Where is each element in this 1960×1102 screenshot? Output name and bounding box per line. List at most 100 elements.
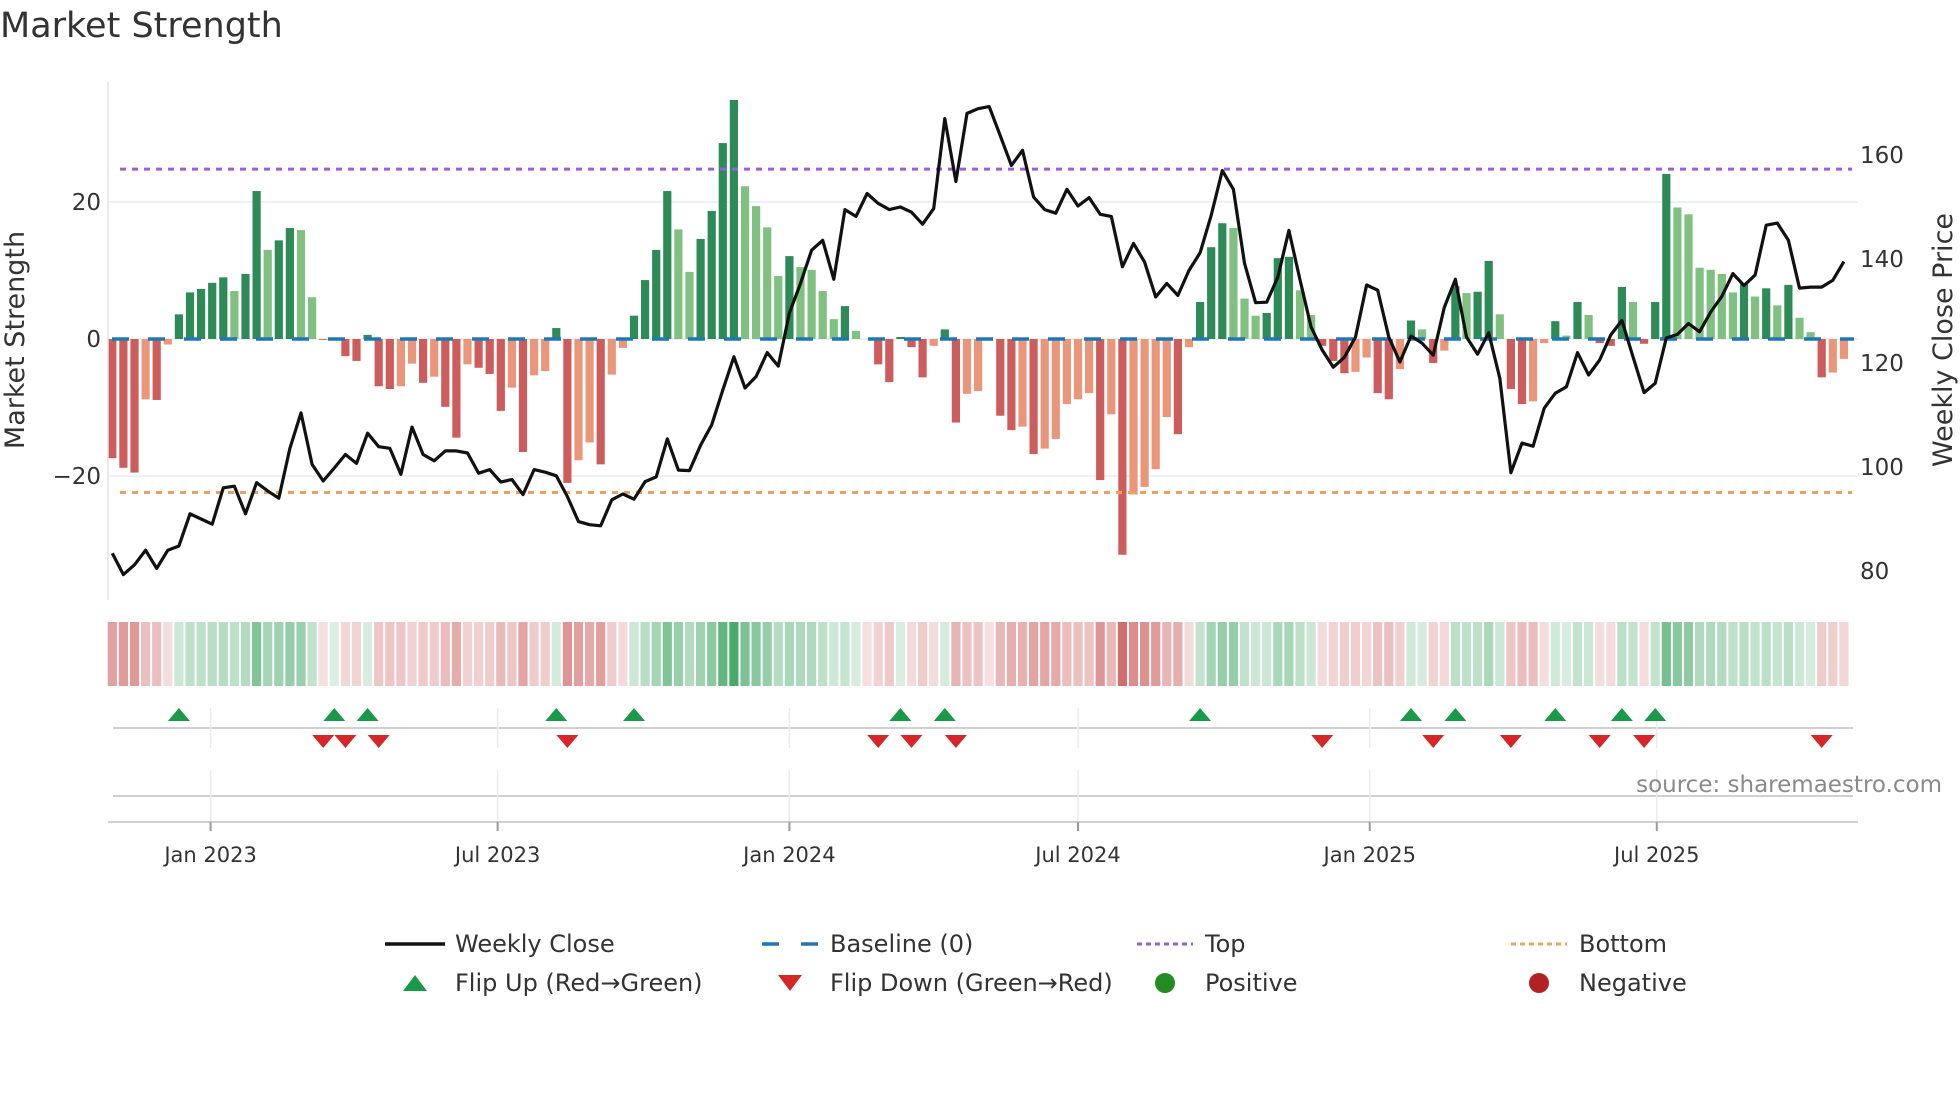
negative-bar: [441, 339, 450, 407]
heatmap-cell: [862, 622, 872, 686]
negative-bar: [1062, 339, 1071, 405]
heatmap-cell: [351, 622, 362, 686]
heatmap-cell: [673, 622, 683, 686]
positive-bar: [1795, 317, 1804, 339]
heatmap-cell: [762, 622, 772, 686]
negative-bar: [1506, 339, 1515, 390]
negative-bar: [108, 339, 117, 459]
y-tick-label: 20: [72, 190, 101, 216]
negative-bar: [974, 339, 983, 392]
heatmap-cell: [551, 622, 561, 686]
negative-bar: [485, 339, 494, 374]
heatmap-cell: [1151, 622, 1161, 686]
heatmap-cell: [252, 622, 262, 686]
heatmap-cell: [1306, 622, 1316, 686]
heatmap-cell: [1706, 622, 1716, 686]
positive-bar: [274, 240, 283, 339]
flip-up-marker: [323, 708, 346, 721]
heatmap-cell: [1251, 622, 1261, 686]
flip-down-marker: [312, 735, 335, 748]
heatmap-cell: [1417, 622, 1427, 686]
positive-bar: [774, 275, 783, 339]
heatmap-cell: [1428, 622, 1438, 686]
positive-bar: [308, 297, 317, 339]
heatmap-cell: [1572, 622, 1583, 686]
negative-bar: [1051, 339, 1060, 440]
heatmap-cell: [973, 622, 983, 686]
positive-bar: [663, 191, 672, 339]
positive-bar: [285, 228, 294, 339]
heatmap-cell: [1239, 622, 1250, 686]
positive-bar: [185, 292, 195, 339]
heatmap-cell: [318, 622, 328, 686]
positive-bar: [1251, 315, 1260, 339]
heatmap-cell: [1528, 622, 1538, 686]
heatmap-cell: [1683, 622, 1694, 686]
heatmap-cell: [906, 622, 917, 686]
heatmap-cell: [873, 622, 883, 686]
flip-down-marker: [1633, 735, 1656, 748]
heatmap-cell: [740, 622, 750, 686]
negative-bar: [918, 339, 927, 378]
heatmap-cell: [1473, 622, 1483, 686]
negative-bar: [1073, 339, 1083, 400]
negative-bar: [1384, 339, 1393, 400]
negative-bar: [518, 339, 528, 453]
heatmap-cell: [1217, 622, 1227, 686]
negative-bar: [452, 339, 461, 438]
heatmap-cell: [1695, 622, 1705, 686]
negative-bar: [1007, 339, 1016, 431]
flip-up-marker: [1644, 708, 1667, 721]
heatmap-cell: [218, 622, 228, 686]
heatmap-cell: [1117, 622, 1127, 686]
negative-bar: [1173, 339, 1182, 435]
heatmap-cell: [451, 622, 461, 686]
positive-bar: [1551, 321, 1560, 339]
x-tick-label: Jan 2025: [1322, 843, 1417, 867]
positive-bar: [718, 143, 727, 339]
heatmap-cell: [1029, 622, 1039, 686]
heatmap-cell: [385, 622, 395, 686]
positive-bar: [1784, 284, 1793, 339]
heatmap-cell: [1140, 622, 1150, 686]
heatmap-cell: [1672, 622, 1682, 686]
heatmap-cell: [1128, 622, 1139, 686]
flip-down-marker: [1311, 735, 1334, 748]
heatmap-cell: [1794, 622, 1805, 686]
positive-bar: [896, 336, 905, 339]
flip-up-marker: [623, 708, 645, 721]
positive-bar: [652, 249, 661, 339]
heatmap-cell: [229, 622, 239, 686]
heatmap-cell: [751, 622, 761, 686]
negative-bar: [119, 339, 128, 468]
heatmap-cell: [1184, 622, 1194, 686]
heatmap-cell: [129, 622, 140, 686]
heatmap-cell: [618, 622, 628, 686]
positive-bar: [685, 271, 694, 339]
heatmap-cell: [474, 622, 484, 686]
heatmap-cell: [585, 622, 595, 686]
positive-bar: [1284, 256, 1293, 339]
positive-bar: [1706, 269, 1715, 339]
source-credit: source: sharemaestro.com: [1636, 772, 1942, 798]
heatmap-cell: [1595, 622, 1605, 686]
negative-bar: [430, 339, 439, 377]
heatmap-cell: [851, 622, 861, 686]
heatmap-cell: [1617, 622, 1627, 686]
negative-bar: [574, 339, 583, 461]
heatmap-cell: [795, 622, 806, 686]
negative-bar: [1107, 339, 1116, 415]
positive-bar: [1229, 228, 1238, 339]
positive-bar: [641, 280, 650, 339]
negative-bar: [496, 339, 505, 411]
flip-up-marker: [889, 708, 912, 721]
flip-up-marker: [1544, 708, 1567, 721]
positive-bar: [208, 282, 217, 339]
positive-bar: [1662, 173, 1671, 339]
heatmap-cell: [529, 622, 539, 686]
negative-bar: [1828, 339, 1837, 373]
heatmap-cell: [1406, 622, 1416, 686]
negative-bar: [874, 339, 883, 365]
y2-axis-label: Weekly Close Price: [1928, 213, 1959, 467]
positive-bar: [1728, 292, 1737, 339]
